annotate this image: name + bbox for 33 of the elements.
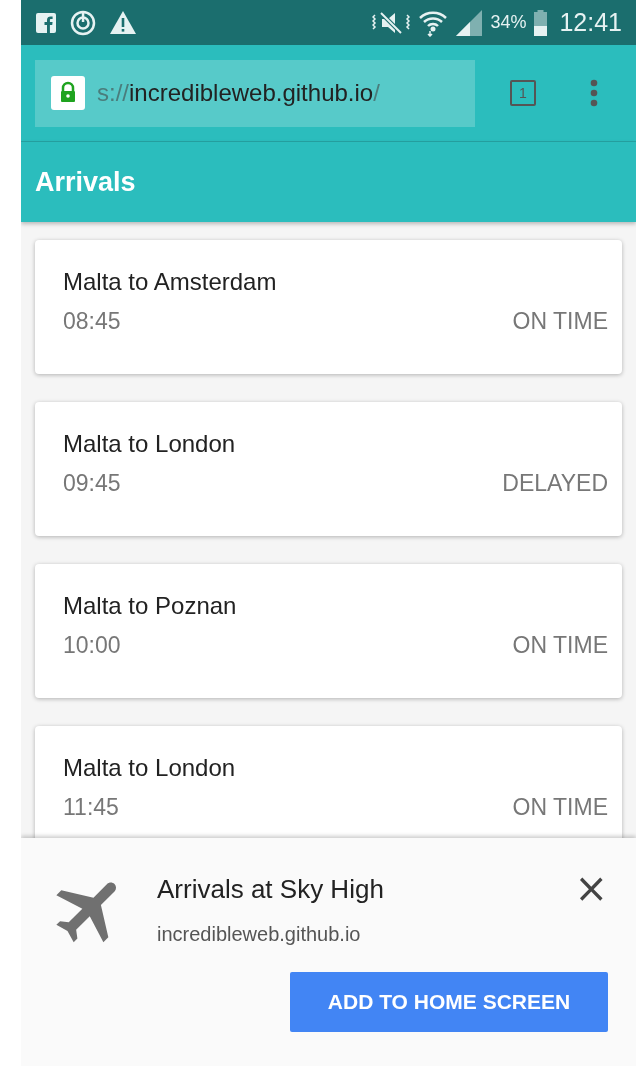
address-bar[interactable]: s://incredibleweb.github.io/: [35, 59, 475, 127]
mute-icon: [372, 10, 411, 35]
lock-icon: [51, 76, 85, 110]
flight-route: Malta to Poznan: [63, 592, 238, 620]
flight-card[interactable]: Malta to London 11:45 ON TIME: [35, 726, 622, 838]
warning-icon: [110, 11, 136, 34]
flight-status: DELAYED: [502, 470, 608, 497]
arrival-time: 10:00: [63, 632, 121, 659]
flight-status: ON TIME: [512, 308, 608, 335]
url-text: s://incredibleweb.github.io/: [97, 79, 380, 107]
flight-card[interactable]: Malta to Amsterdam 08:45 ON TIME: [35, 240, 622, 374]
flight-status: ON TIME: [512, 794, 608, 821]
flight-route: Malta to London: [63, 754, 237, 782]
site-address: incredibleweb.github.io: [157, 923, 362, 946]
menu-icon[interactable]: [590, 79, 598, 107]
signal-icon: [456, 9, 483, 36]
flight-card[interactable]: Malta to Poznan 10:00 ON TIME: [35, 564, 622, 698]
flight-status: ON TIME: [512, 632, 608, 659]
add-to-home-screen-button[interactable]: ADD TO HOME SCREEN: [290, 972, 608, 1032]
page-title: Arrivals: [35, 166, 136, 198]
flight-route: Malta to London: [63, 430, 237, 458]
sync-icon: [70, 9, 96, 36]
battery-icon: [534, 9, 548, 36]
close-button[interactable]: ×: [568, 868, 614, 908]
battery-percent: 34%: [490, 12, 527, 33]
flight-route: Malta to Amsterdam: [63, 268, 278, 296]
clock: 12:41: [559, 8, 622, 37]
arrival-time: 11:45: [63, 794, 119, 821]
app-name: Arrivals at Sky High: [157, 874, 385, 905]
flight-card[interactable]: Malta to London 09:45 DELAYED: [35, 402, 622, 536]
arrival-time: 08:45: [63, 308, 121, 335]
arrival-time: 09:45: [63, 470, 121, 497]
facebook-icon: [36, 12, 56, 33]
